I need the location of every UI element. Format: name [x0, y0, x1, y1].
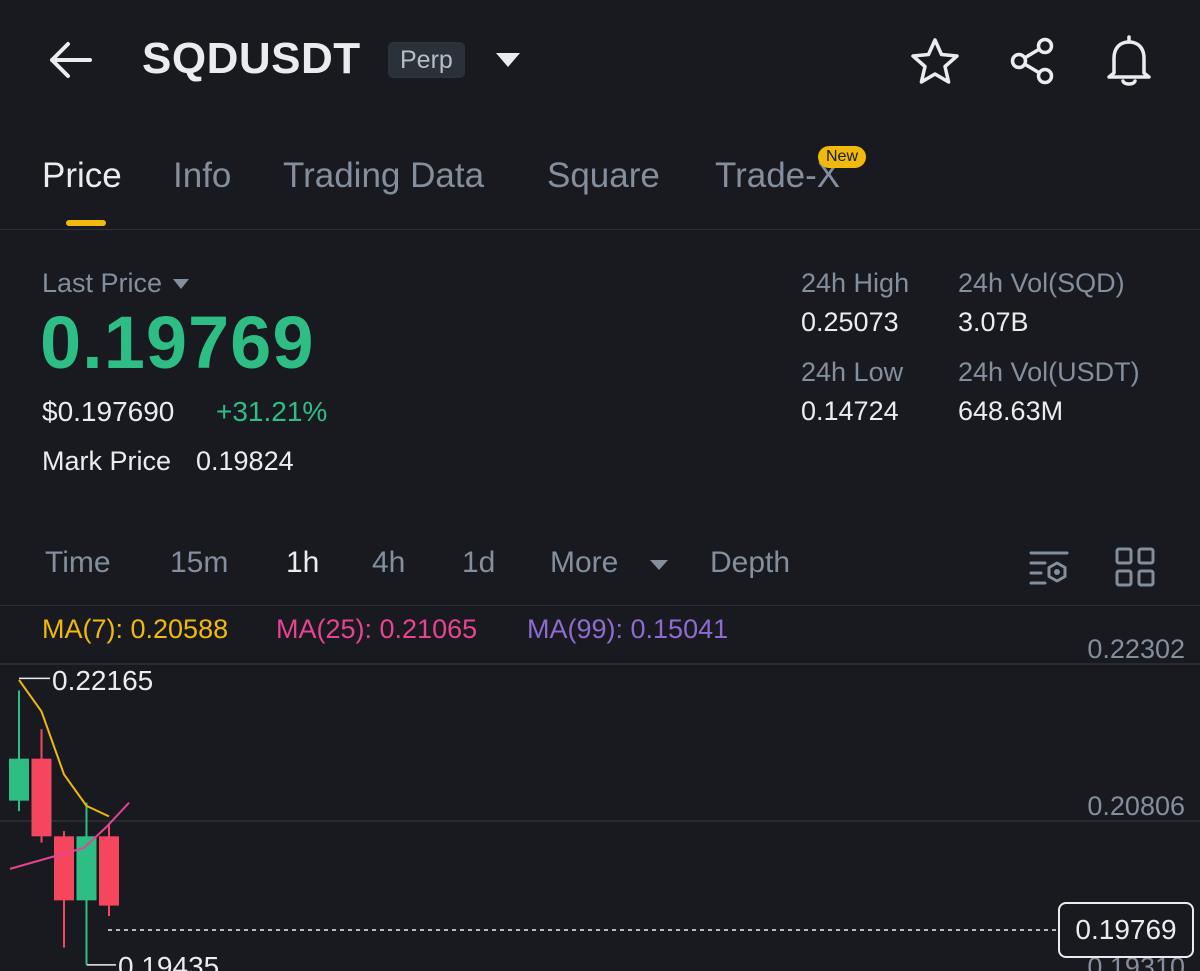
interval-bar: Time 15m 1h 4h 1d More Depth: [0, 530, 1200, 606]
high-24h-value: 0.25073: [801, 307, 899, 337]
last-price-value: 0.19769: [40, 301, 315, 384]
candle-body: [54, 836, 74, 901]
interval-1h[interactable]: 1h: [286, 546, 319, 580]
interval-time[interactable]: Time: [45, 546, 111, 580]
grid-icon: [1115, 547, 1155, 587]
symbol-title[interactable]: SQDUSDT: [142, 34, 361, 84]
layout-grid-button[interactable]: [1108, 540, 1162, 594]
back-arrow-icon: [50, 42, 92, 78]
caret-down-icon: [173, 278, 190, 289]
low-24h-value: 0.14724: [801, 396, 899, 426]
high-24h-label: 24h High: [801, 268, 910, 298]
tab-price[interactable]: Price: [42, 156, 122, 196]
interval-4h[interactable]: 4h: [372, 546, 405, 580]
back-button[interactable]: [40, 34, 100, 86]
candle-body: [99, 836, 119, 906]
tab-square[interactable]: Square: [547, 156, 660, 196]
price-change-percent: +31.21%: [216, 396, 328, 427]
indicator-settings-button[interactable]: [1022, 540, 1076, 594]
share-icon: [1010, 37, 1054, 85]
vol-base-value: 3.07B: [958, 307, 1029, 337]
low-annotation: 0.19435: [118, 951, 219, 971]
chevron-down-icon: [496, 53, 520, 67]
favorite-button[interactable]: [908, 34, 962, 88]
low-24h-label: 24h Low: [801, 357, 904, 387]
usd-price: $0.197690: [42, 396, 175, 427]
symbol-dropdown-button[interactable]: [490, 44, 526, 76]
last-price-tag[interactable]: 0.19769: [1058, 902, 1194, 958]
price-axis-tick: 0.22302: [1087, 634, 1185, 664]
tab-trading-data[interactable]: Trading Data: [283, 156, 484, 196]
vol-quote-label: 24h Vol(USDT): [958, 357, 1140, 387]
interval-1d[interactable]: 1d: [462, 546, 495, 580]
tab-info[interactable]: Info: [173, 156, 231, 196]
high-annotation: 0.22165: [52, 665, 153, 696]
star-icon: [911, 38, 959, 84]
candlestick-chart[interactable]: 0.22302 0.20806 0.19310 0.22165 0.19435: [0, 606, 1200, 971]
interval-depth[interactable]: Depth: [710, 546, 790, 580]
bell-icon: [1107, 35, 1151, 86]
active-tab-indicator: [66, 220, 106, 226]
candle-body: [9, 758, 29, 801]
candle-body: [31, 758, 52, 837]
last-price-selector[interactable]: Last Price: [42, 268, 190, 299]
alert-button[interactable]: [1102, 34, 1156, 88]
top-bar: SQDUSDT Perp: [0, 0, 1200, 120]
vol-quote-value: 648.63M: [958, 396, 1064, 426]
new-badge: New: [818, 146, 867, 168]
section-tabs: Price Info Trading Data Square Trade-X: [0, 140, 1200, 230]
mark-price-label: Mark Price: [42, 446, 172, 476]
vol-base-label: 24h Vol(SQD): [958, 268, 1125, 298]
interval-15m[interactable]: 15m: [170, 546, 228, 580]
more-chevron-icon[interactable]: [650, 560, 668, 570]
mark-price-value: 0.19824: [196, 446, 294, 476]
price-axis-tick: 0.20806: [1087, 791, 1185, 821]
last-price-label: Last Price: [42, 268, 163, 298]
share-button[interactable]: [1005, 34, 1059, 88]
chart-settings-icon: [1029, 551, 1069, 585]
contract-type-badge: Perp: [388, 42, 465, 78]
interval-more[interactable]: More: [550, 546, 618, 580]
